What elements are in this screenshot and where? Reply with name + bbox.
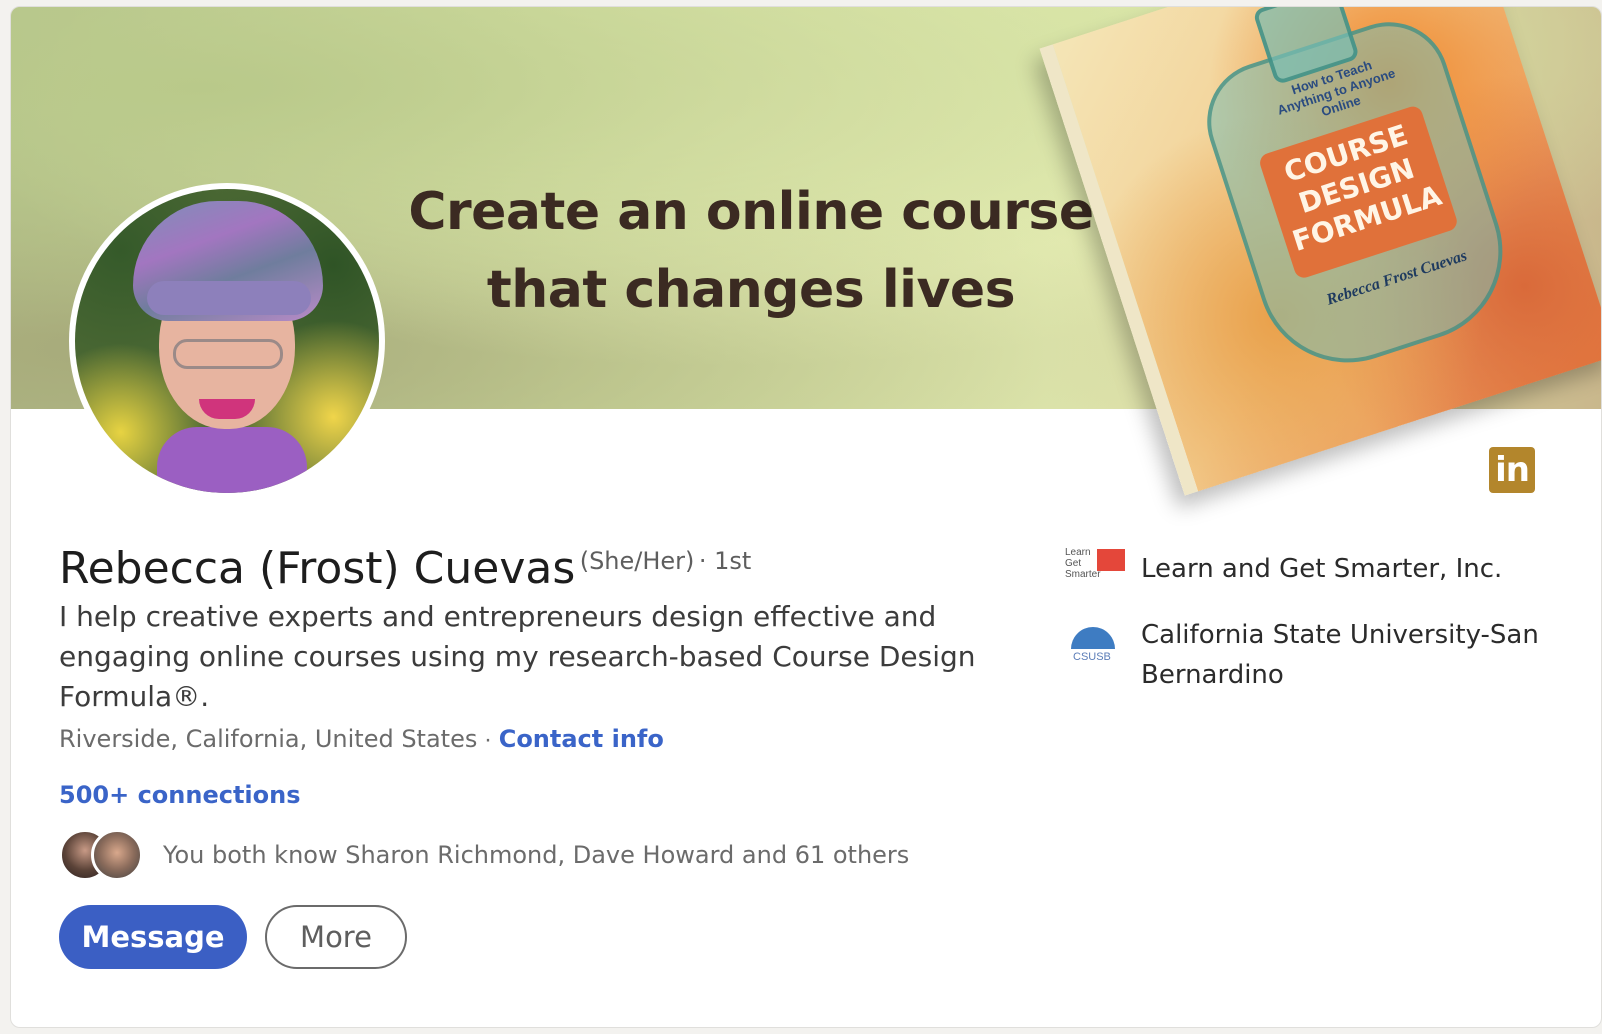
photo-headwrap-band xyxy=(147,281,311,315)
book-cover-image: How to Teach Anything to Anyone Online C… xyxy=(1039,7,1601,496)
photo-turtleneck xyxy=(157,427,307,493)
profile-pronouns: (She/Her) xyxy=(579,547,695,575)
contact-info-link[interactable]: Contact info xyxy=(499,725,664,753)
location-row: Riverside, California, United States · C… xyxy=(59,725,664,754)
school-logo-mark xyxy=(1071,627,1115,649)
name-row: Rebecca (Frost) Cuevas (She/Her) · 1st xyxy=(59,543,751,594)
more-button[interactable]: More xyxy=(265,905,407,969)
school-logo-text: CSUSB xyxy=(1073,651,1111,663)
banner-headline-line1: Create an online course xyxy=(408,182,1094,242)
banner-headline: Create an online course that changes liv… xyxy=(391,173,1111,329)
company-name: Learn and Get Smarter, Inc. xyxy=(1141,554,1503,584)
banner-headline-line2: that changes lives xyxy=(486,260,1016,320)
profile-photo[interactable] xyxy=(69,183,385,499)
profile-name: Rebecca (Frost) Cuevas xyxy=(59,543,576,594)
connections-link[interactable]: 500+ connections xyxy=(59,781,301,809)
message-button[interactable]: Message xyxy=(59,905,247,969)
company-logo-text: Learn Get Smarter xyxy=(1065,547,1101,580)
profile-photo-image xyxy=(75,189,379,493)
linkedin-icon[interactable]: in xyxy=(1489,447,1535,493)
school-logo: CSUSB xyxy=(1071,627,1117,663)
profile-card: Create an online course that changes liv… xyxy=(10,6,1602,1028)
profile-headline: I help creative experts and entrepreneur… xyxy=(59,600,976,713)
profile-location: Riverside, California, United States xyxy=(59,725,478,753)
school-name: California State University-San Bernardi… xyxy=(1141,620,1539,690)
mutual-avatar xyxy=(91,829,143,881)
company-logo: Learn Get Smarter xyxy=(1063,545,1125,587)
connection-degree: · 1st xyxy=(698,547,752,575)
location-separator: · xyxy=(484,726,493,753)
company-logo-mark xyxy=(1097,549,1125,571)
mutual-connections-text: You both know Sharon Richmond, Dave Howa… xyxy=(163,841,910,869)
photo-glasses xyxy=(173,339,283,369)
